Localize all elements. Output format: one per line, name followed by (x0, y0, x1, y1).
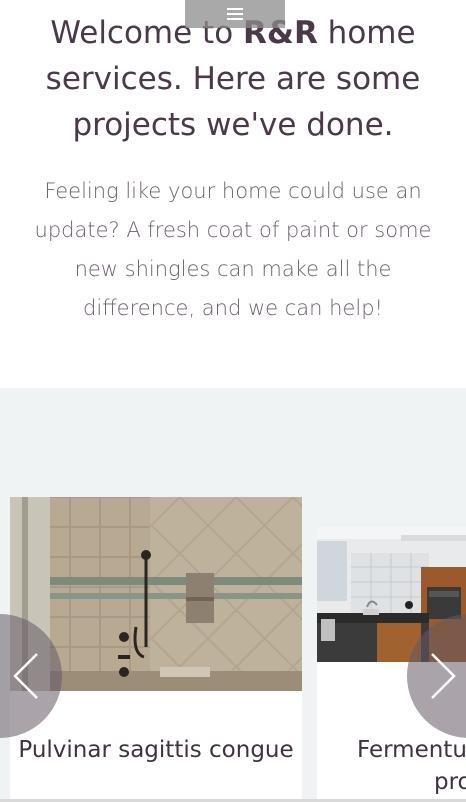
intro-heading: Welcome to R&R home services. Here are s… (45, 15, 421, 143)
chevron-left-icon (13, 653, 38, 699)
menu-toggle-button[interactable] (185, 0, 285, 28)
intro-section: Welcome to R&R home services. Here are s… (0, 0, 466, 388)
project-caption: Pulvinar sagittis congue (18, 737, 294, 763)
chevron-right-icon (431, 653, 456, 699)
project-gallery: Pulvinar sagittis congue Fermentur pro (0, 388, 466, 802)
intro-description: Feeling like your home could use an upda… (34, 179, 432, 320)
page: Welcome to R&R home services. Here are s… (0, 0, 466, 802)
hamburger-menu-icon (227, 8, 243, 20)
project-caption: Fermentur pro (357, 737, 466, 795)
